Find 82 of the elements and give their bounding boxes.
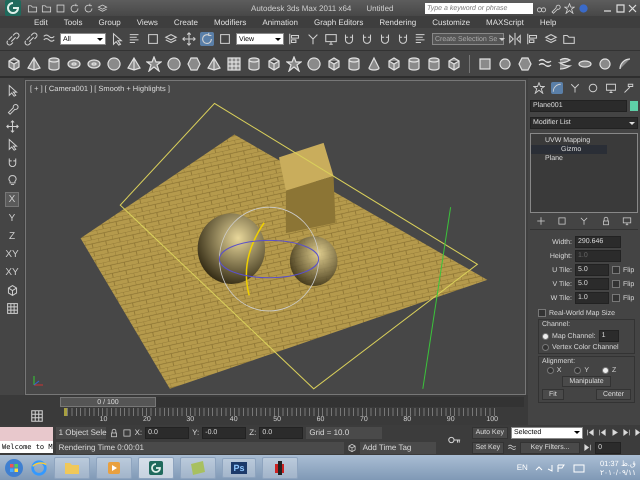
wrench-icon[interactable]: [550, 2, 561, 14]
menu-item[interactable]: Graph Editors: [314, 18, 364, 26]
unlink-icon[interactable]: [24, 32, 38, 46]
frame-ruler[interactable]: [64, 408, 498, 416]
select-cursor-icon[interactable]: [110, 32, 124, 46]
grid-icon[interactable]: [226, 56, 242, 72]
flip-checkbox[interactable]: [612, 280, 620, 288]
box-icon[interactable]: [326, 56, 342, 72]
play-icon[interactable]: [610, 428, 619, 437]
axis-constraint-button[interactable]: Y: [6, 212, 18, 225]
cone-icon[interactable]: [366, 56, 382, 72]
link-icon[interactable]: [6, 32, 20, 46]
menu-item[interactable]: Views: [136, 18, 158, 26]
folder-icon[interactable]: [562, 32, 576, 46]
next-frame-icon[interactable]: [622, 428, 631, 437]
flip-checkbox[interactable]: [612, 266, 620, 274]
grid-size: Grid = 10.0: [306, 426, 382, 438]
menu-item[interactable]: Customize: [432, 18, 470, 26]
layers-icon[interactable]: [544, 32, 558, 46]
star-icon[interactable]: [286, 56, 302, 72]
percent-snap-icon[interactable]: [378, 32, 392, 46]
redo-icon[interactable]: [83, 2, 94, 14]
radio-button[interactable]: [602, 367, 610, 374]
radio-button[interactable]: [546, 367, 554, 374]
axis-constraint-button[interactable]: X: [4, 192, 20, 207]
angle-snap-icon[interactable]: [360, 32, 374, 46]
wrench-icon[interactable]: [6, 102, 18, 115]
open-folder-icon[interactable]: [41, 2, 52, 14]
star-icon[interactable]: [564, 2, 575, 14]
box-icon[interactable]: [6, 56, 22, 72]
radio-button[interactable]: [574, 367, 582, 374]
photoshop-taskbar-button[interactable]: Ps: [222, 458, 256, 478]
add-time-tag-button[interactable]: Add Time Tag: [360, 442, 436, 454]
menu-item[interactable]: Create: [174, 18, 198, 26]
undo-icon[interactable]: [69, 2, 80, 14]
window-controls-icon[interactable]: [602, 2, 638, 14]
axis-tripod-icon: [31, 374, 45, 388]
axis-constraint-button[interactable]: XY: [2, 248, 22, 261]
region-select-icon[interactable]: [146, 32, 160, 46]
flip-checkbox[interactable]: [612, 294, 620, 302]
start-orb-icon[interactable]: [4, 458, 24, 478]
menu-item[interactable]: MAXScript: [486, 18, 524, 26]
rectangle-icon[interactable]: [477, 56, 493, 72]
go-to-start-icon[interactable]: [586, 428, 595, 437]
align-icon[interactable]: [526, 32, 540, 46]
sphere-icon[interactable]: [166, 56, 182, 72]
circle-icon[interactable]: [597, 56, 613, 72]
previous-frame-icon[interactable]: [598, 428, 607, 437]
coordinate-label: Z:: [249, 428, 256, 437]
mirror-icon[interactable]: [508, 32, 522, 46]
document-name: Untitled: [366, 4, 394, 12]
radio-button[interactable]: [542, 344, 549, 351]
coordinate-label: Y:: [192, 428, 200, 437]
window-title: Autodesk 3ds Max 2011 x64: [251, 4, 352, 12]
cylinder-icon[interactable]: [46, 56, 62, 72]
bulb-icon[interactable]: [6, 174, 18, 187]
move-icon[interactable]: [182, 32, 196, 46]
spinner-snap-icon[interactable]: [396, 32, 410, 46]
maxscript-listener-field[interactable]: [0, 427, 53, 441]
axis-constraint-button[interactable]: Z: [6, 230, 18, 243]
move-icon[interactable]: [6, 120, 18, 133]
camera-app-icon[interactable]: [262, 456, 298, 478]
menu-item[interactable]: Rendering: [379, 18, 416, 26]
arc-icon[interactable]: [617, 56, 633, 72]
coordinate-label: X:: [134, 428, 142, 437]
real-world-checkbox[interactable]: [538, 309, 546, 317]
app-logo-icon[interactable]: [2, 0, 24, 16]
cube-icon[interactable]: [446, 56, 462, 72]
selection-count: 1 Object Sele: [56, 426, 106, 438]
pyramid-icon[interactable]: [206, 56, 222, 72]
axis-constraint-button[interactable]: XY: [2, 266, 22, 279]
menu-item[interactable]: Animation: [262, 18, 298, 26]
rotate-icon[interactable]: [200, 32, 214, 46]
radio-button[interactable]: [542, 332, 549, 340]
object-color-swatch[interactable]: [630, 101, 638, 111]
menu-item[interactable]: Edit: [34, 18, 48, 26]
menu-item[interactable]: Modifiers: [214, 18, 246, 26]
menu-item[interactable]: Tools: [64, 18, 82, 26]
app-logo-icon[interactable]: [138, 456, 174, 478]
menu-item[interactable]: Group: [98, 18, 121, 26]
lock-icon[interactable]: [108, 428, 119, 438]
menu-item[interactable]: Help: [540, 18, 556, 26]
